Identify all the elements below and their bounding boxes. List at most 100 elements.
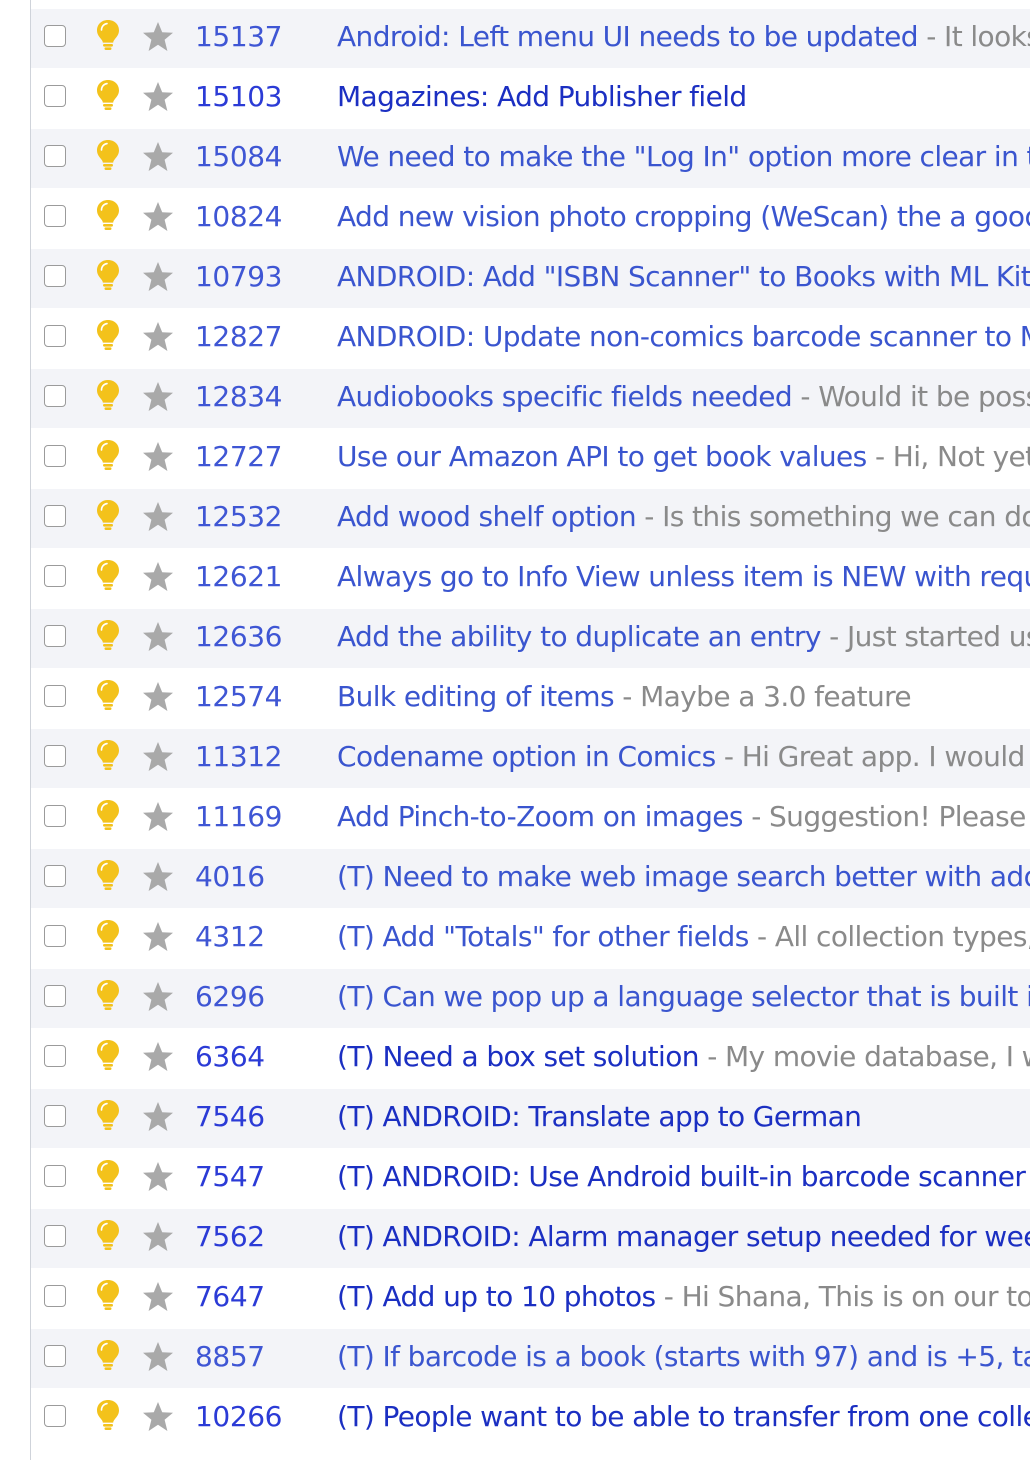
ticket-id-link[interactable]: 12574 — [195, 669, 282, 725]
row-select-checkbox[interactable] — [44, 205, 66, 227]
row-select-checkbox[interactable] — [44, 925, 66, 947]
row-select-checkbox[interactable] — [44, 1345, 66, 1367]
ticket-row[interactable]: 10266 (T) People want to be able to trans… — [31, 1388, 1030, 1448]
star-icon[interactable] — [141, 861, 175, 893]
ticket-id-link[interactable]: 12727 — [195, 429, 282, 485]
ticket-id-link[interactable]: 6364 — [195, 1029, 265, 1085]
row-select-checkbox[interactable] — [44, 445, 66, 467]
ticket-title-link[interactable]: Add new vision photo cropping (WeScan) t… — [337, 200, 1030, 233]
ticket-title-link[interactable]: (T) If barcode is a book (starts with 97… — [337, 1340, 1030, 1373]
ticket-id-link[interactable]: 10793 — [195, 249, 282, 305]
star-icon[interactable] — [141, 1161, 175, 1193]
star-icon[interactable] — [141, 1341, 175, 1373]
row-select-checkbox[interactable] — [44, 505, 66, 527]
row-select-checkbox[interactable] — [44, 1405, 66, 1427]
ticket-row[interactable]: 6296 (T) Can we pop up a language selecto… — [31, 968, 1030, 1028]
star-icon[interactable] — [141, 141, 175, 173]
ticket-row[interactable]: 12827 ANDROID: Update non-comics barcode … — [31, 308, 1030, 368]
ticket-row[interactable]: 4016 (T) Need to make web image search be… — [31, 848, 1030, 908]
ticket-row[interactable]: 12727 Use our Amazon API to get book valu… — [31, 428, 1030, 488]
ticket-title-link[interactable]: ANDROID: Add "ISBN Scanner" to Books wit… — [337, 260, 1030, 293]
star-icon[interactable] — [141, 1281, 175, 1313]
ticket-row[interactable]: 15084 We need to make the "Log In" option… — [31, 128, 1030, 188]
ticket-row[interactable]: 12636 Add the ability to duplicate an ent… — [31, 608, 1030, 668]
ticket-title-link[interactable]: Use our Amazon API to get book values — [337, 440, 867, 473]
star-icon[interactable] — [141, 1401, 175, 1433]
star-icon[interactable] — [141, 201, 175, 233]
row-select-checkbox[interactable] — [44, 685, 66, 707]
ticket-id-link[interactable]: 6296 — [195, 969, 265, 1025]
star-icon[interactable] — [141, 321, 175, 353]
ticket-title-link[interactable]: (T) Can we pop up a language selector th… — [337, 980, 1030, 1013]
ticket-title-link[interactable]: (T) People want to be able to transfer f… — [337, 1400, 1030, 1433]
ticket-id-link[interactable]: 7647 — [195, 1269, 265, 1325]
ticket-title-link[interactable]: (T) Add "Totals" for other fields — [337, 920, 749, 953]
row-select-checkbox[interactable] — [44, 1225, 66, 1247]
ticket-id-link[interactable]: 4016 — [195, 849, 265, 905]
ticket-id-link[interactable]: 12532 — [195, 489, 282, 545]
row-select-checkbox[interactable] — [44, 985, 66, 1007]
ticket-id-link[interactable]: 15137 — [195, 9, 282, 65]
star-icon[interactable] — [141, 81, 175, 113]
ticket-title-link[interactable]: Magazines: Add Publisher field — [337, 80, 747, 113]
ticket-row[interactable]: 11169 Add Pinch-to-Zoom on images - Sugge… — [31, 788, 1030, 848]
row-select-checkbox[interactable] — [44, 25, 66, 47]
row-select-checkbox[interactable] — [44, 265, 66, 287]
ticket-id-link[interactable]: 10266 — [195, 1389, 282, 1445]
ticket-title-link[interactable]: Always go to Info View unless item is NE… — [337, 560, 1030, 593]
row-select-checkbox[interactable] — [44, 145, 66, 167]
star-icon[interactable] — [141, 921, 175, 953]
row-select-checkbox[interactable] — [44, 565, 66, 587]
ticket-row[interactable]: 7647 (T) Add up to 10 photos - Hi Shana, … — [31, 1268, 1030, 1328]
ticket-id-link[interactable]: 11169 — [195, 789, 282, 845]
ticket-title-link[interactable]: Add Pinch-to-Zoom on images — [337, 800, 743, 833]
ticket-title-link[interactable]: Add wood shelf option — [337, 500, 637, 533]
row-select-checkbox[interactable] — [44, 805, 66, 827]
ticket-id-link[interactable]: 4312 — [195, 909, 265, 965]
row-select-checkbox[interactable] — [44, 1165, 66, 1187]
row-select-checkbox[interactable] — [44, 745, 66, 767]
row-select-checkbox[interactable] — [44, 385, 66, 407]
star-icon[interactable] — [141, 261, 175, 293]
ticket-row[interactable]: 7547 (T) ANDROID: Use Android built-in ba… — [31, 1148, 1030, 1208]
ticket-id-link[interactable]: 12621 — [195, 549, 282, 605]
ticket-id-link[interactable]: 12834 — [195, 369, 282, 425]
ticket-title-link[interactable]: (T) Add up to 10 photos — [337, 1280, 656, 1313]
ticket-id-link[interactable]: 15084 — [195, 129, 282, 185]
star-icon[interactable] — [141, 801, 175, 833]
ticket-id-link[interactable]: 7546 — [195, 1089, 265, 1145]
ticket-title-link[interactable]: (T) ANDROID: Alarm manager setup needed … — [337, 1220, 1030, 1253]
star-icon[interactable] — [141, 1101, 175, 1133]
star-icon[interactable] — [141, 441, 175, 473]
ticket-row[interactable]: 7546 (T) ANDROID: Translate app to German — [31, 1088, 1030, 1148]
ticket-row[interactable]: 10824 Add new vision photo cropping (WeSc… — [31, 188, 1030, 248]
star-icon[interactable] — [141, 621, 175, 653]
ticket-title-link[interactable]: (T) ANDROID: Translate app to German — [337, 1100, 862, 1133]
ticket-row[interactable]: 12532 Add wood shelf option - Is this som… — [31, 488, 1030, 548]
row-select-checkbox[interactable] — [44, 1105, 66, 1127]
row-select-checkbox[interactable] — [44, 325, 66, 347]
ticket-title-link[interactable]: Android: Left menu UI needs to be update… — [337, 20, 919, 53]
ticket-id-link[interactable]: 12636 — [195, 609, 282, 665]
ticket-title-link[interactable]: Bulk editing of items — [337, 680, 615, 713]
ticket-id-link[interactable]: 12827 — [195, 309, 282, 365]
star-icon[interactable] — [141, 501, 175, 533]
ticket-title-link[interactable]: We need to make the "Log In" option more… — [337, 140, 1030, 173]
star-icon[interactable] — [141, 381, 175, 413]
row-select-checkbox[interactable] — [44, 1045, 66, 1067]
ticket-id-link[interactable]: 8857 — [195, 1329, 265, 1385]
star-icon[interactable] — [141, 741, 175, 773]
row-select-checkbox[interactable] — [44, 1285, 66, 1307]
ticket-row[interactable]: 10793 ANDROID: Add "ISBN Scanner" to Book… — [31, 248, 1030, 308]
row-select-checkbox[interactable] — [44, 625, 66, 647]
ticket-id-link[interactable]: 11312 — [195, 729, 282, 785]
ticket-title-link[interactable]: (T) ANDROID: Use Android built-in barcod… — [337, 1160, 1030, 1193]
ticket-id-link[interactable]: 15103 — [195, 69, 282, 125]
ticket-row[interactable]: 15137 Android: Left menu UI needs to be u… — [31, 8, 1030, 68]
ticket-row[interactable]: 15103 Magazines: Add Publisher field — [31, 68, 1030, 128]
ticket-row[interactable]: 4312 (T) Add "Totals" for other fields - … — [31, 908, 1030, 968]
ticket-title-link[interactable]: (T) Need to make web image search better… — [337, 860, 1030, 893]
ticket-row[interactable]: 11312 Codename option in Comics - Hi Grea… — [31, 728, 1030, 788]
star-icon[interactable] — [141, 561, 175, 593]
star-icon[interactable] — [141, 21, 175, 53]
